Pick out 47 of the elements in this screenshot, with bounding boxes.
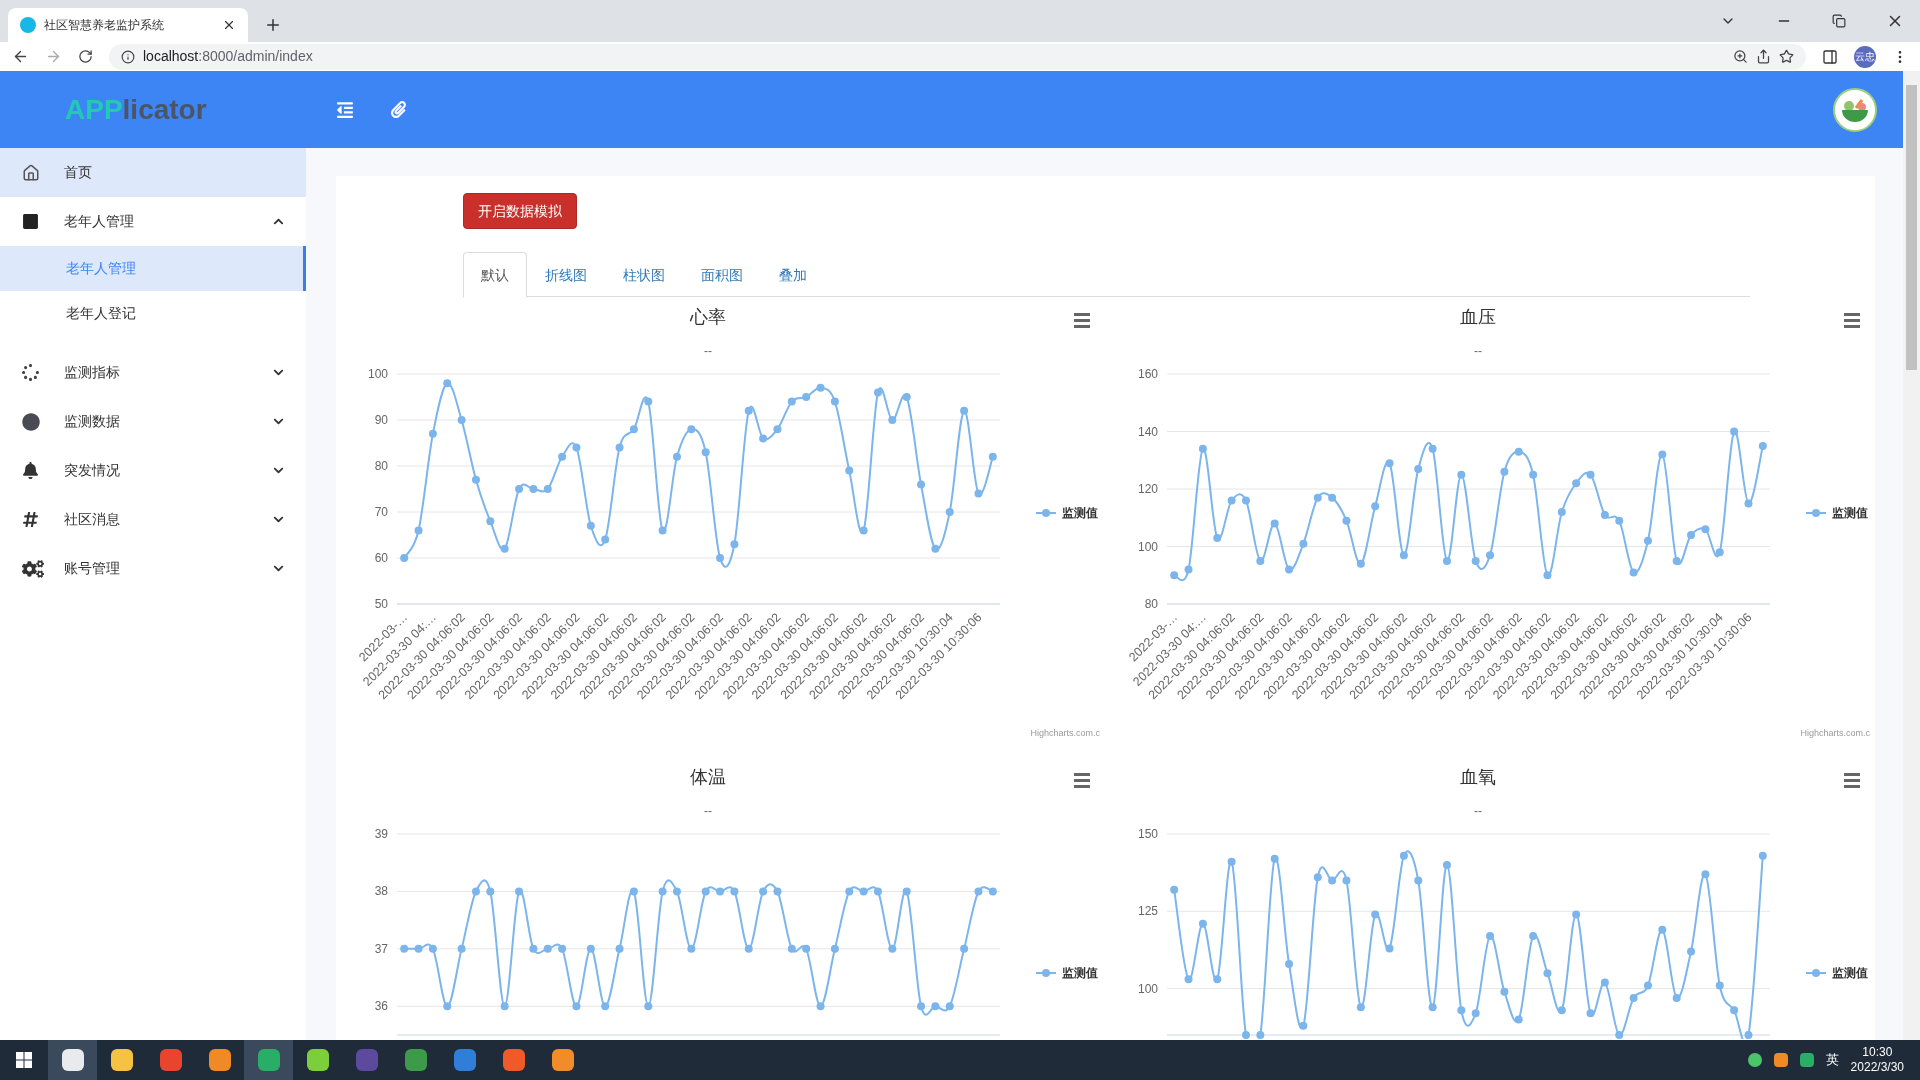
axis-tick-label: 39 (374, 827, 388, 841)
input-method-text[interactable]: 英 (1825, 1050, 1839, 1070)
axis-tick-label: 100 (367, 367, 388, 381)
legend-label[interactable]: 监测值 (1832, 966, 1868, 980)
axis-tick-label: 120 (1137, 482, 1158, 496)
tab-title: 社区智慧养老监护系统 (44, 17, 165, 34)
sidebar-subitem[interactable]: 老年人登记 (0, 291, 306, 336)
axis-tick-label: 60 (374, 551, 388, 565)
legend-label[interactable]: 监测值 (1832, 506, 1868, 520)
chart-title: 血压 (1460, 307, 1496, 327)
axis-tick-label: 125 (1137, 904, 1158, 919)
chart-tab[interactable]: 柱状图 (605, 252, 683, 298)
axis-tick-label: 70 (374, 505, 388, 519)
legend-label[interactable]: 监测值 (1062, 966, 1098, 980)
chart-subtitle: -- (704, 804, 712, 818)
axis-tick-label: 38 (374, 884, 388, 899)
profile-avatar[interactable]: 云忠 (1854, 45, 1876, 68)
chart-subtitle: -- (1474, 344, 1482, 358)
chart-title: 体温 (690, 767, 726, 787)
clock-date[interactable]: 2022/3/30 (1850, 1060, 1904, 1075)
axis-tick-label: 100 (1137, 539, 1158, 554)
simulate-data-button[interactable]: 开启数据模拟 (463, 193, 577, 229)
axis-tick-label: 160 (1137, 367, 1158, 381)
axis-tick-label: 90 (374, 413, 388, 427)
chart-title: 血氧 (1460, 767, 1496, 787)
axis-tick-label: 36 (374, 999, 388, 1014)
axis-tick-label: 80 (1144, 597, 1158, 611)
axis-tick-label: 140 (1137, 424, 1158, 439)
clock-time[interactable]: 10:30 (1862, 1045, 1893, 1060)
legend-label[interactable]: 监测值 (1062, 506, 1098, 520)
chart-subtitle: -- (704, 344, 712, 358)
axis-tick-label: 80 (374, 459, 388, 473)
browser-tab[interactable]: 社区智慧养老监护系统 (8, 8, 248, 42)
axis-tick-label: 50 (374, 597, 388, 611)
chart-tab[interactable]: 叠加 (761, 252, 825, 298)
address-bar[interactable]: localhost:8000/admin/index (109, 43, 1806, 70)
chart-title: 心率 (690, 307, 726, 327)
chart-tab[interactable]: 默认 (463, 252, 527, 298)
url-text: localhost:8000/admin/index (143, 47, 313, 66)
axis-tick-label: 150 (1137, 827, 1158, 841)
chart-tab[interactable]: 面积图 (683, 252, 761, 298)
logo-text: APPlicator (64, 92, 208, 127)
sidebar-item[interactable]: 首页 (0, 148, 306, 197)
chart-tab[interactable]: 折线图 (527, 252, 605, 298)
axis-tick-label: 100 (1137, 981, 1158, 996)
chart-subtitle: -- (1474, 804, 1482, 818)
axis-tick-label: 37 (374, 941, 388, 956)
